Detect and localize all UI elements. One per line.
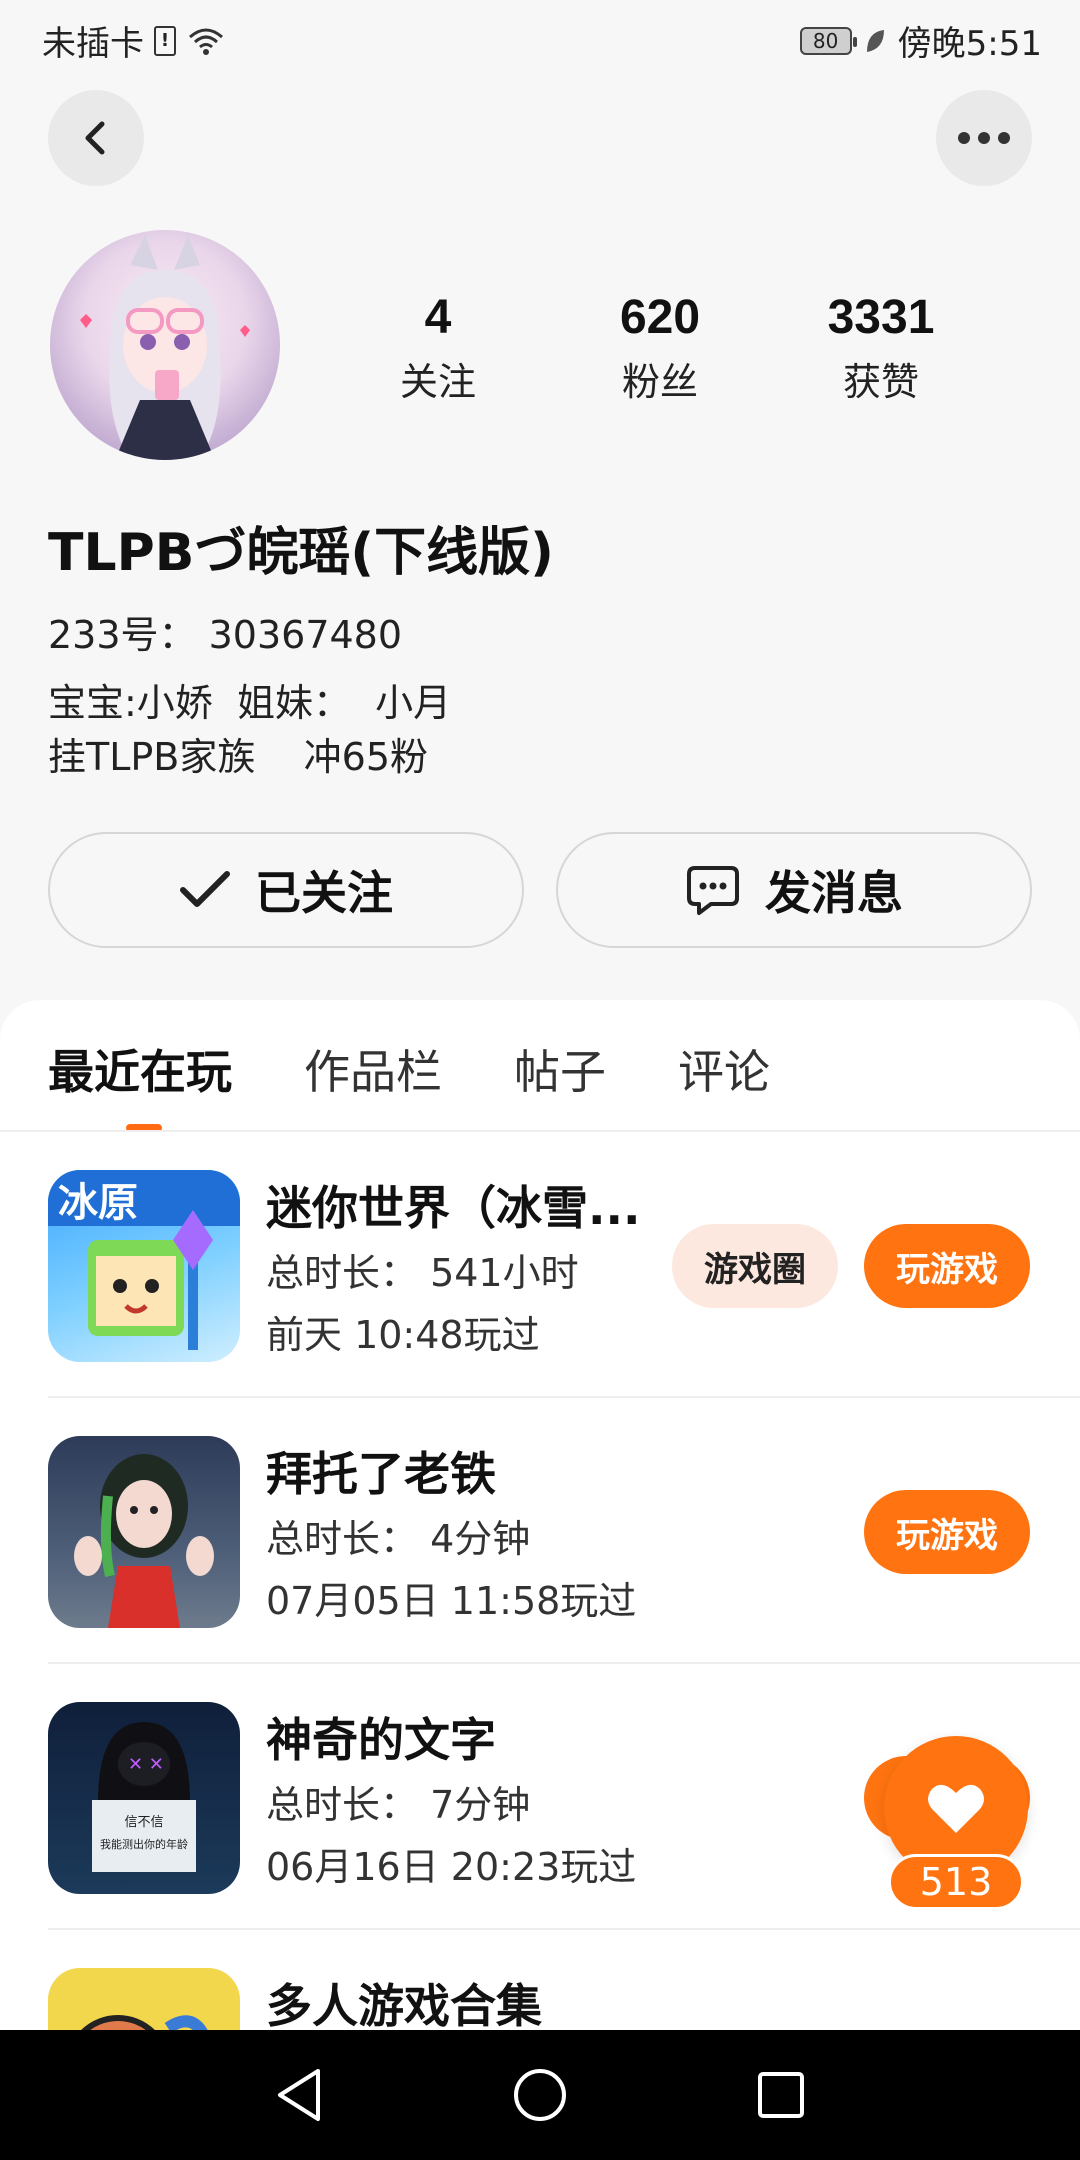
system-nav-bar bbox=[0, 2030, 1080, 2160]
message-button[interactable]: 发消息 bbox=[556, 832, 1032, 948]
tab-recent[interactable]: 最近在玩 bbox=[48, 1036, 232, 1132]
play-game-button[interactable]: 玩游戏 bbox=[864, 1224, 1030, 1308]
game-circle-button[interactable]: 游戏圈 bbox=[672, 1224, 838, 1308]
stat-label: 关注 bbox=[399, 360, 476, 404]
svg-text:✕ ✕: ✕ ✕ bbox=[128, 1754, 164, 1775]
game-icon: 冰原 bbox=[48, 1170, 240, 1362]
stat-likes[interactable]: 3331 获赞 bbox=[781, 290, 981, 406]
carrier-label: 未插卡 bbox=[42, 24, 144, 64]
clock: 傍晚5:51 bbox=[897, 24, 1042, 64]
stat-following[interactable]: 4 关注 bbox=[338, 290, 538, 406]
game-icon: ✕ ✕ 信不信 我能测出你的年龄 bbox=[48, 1702, 240, 1894]
message-label: 发消息 bbox=[765, 866, 903, 920]
game-row[interactable]: 多人游戏合集 bbox=[0, 1930, 1080, 2030]
stat-label: 粉丝 bbox=[621, 360, 698, 404]
check-icon bbox=[180, 871, 230, 907]
game-row[interactable]: 拜托了老铁 总时长： 4分钟 07月05日 11:58玩过 玩游戏 bbox=[0, 1398, 1080, 1664]
wifi-icon bbox=[186, 25, 226, 57]
tab-comments[interactable]: 评论 bbox=[678, 1036, 770, 1102]
game-title: 多人游戏合集 bbox=[266, 1979, 542, 2030]
like-count: 513 bbox=[888, 1854, 1024, 1910]
home-circle-icon[interactable] bbox=[512, 2067, 568, 2123]
profile-name: TLPBづ皖瑶(下线版) bbox=[48, 523, 554, 583]
status-bar-right: 80 傍晚5:51 bbox=[799, 16, 1042, 65]
bio-line: 挂TLPB家族 冲65粉 bbox=[48, 735, 429, 779]
game-last-played: 07月05日 11:58玩过 bbox=[266, 1579, 637, 1623]
battery-level: 80 bbox=[812, 28, 839, 53]
profile-bio: 宝宝:小娇 姐妹： 小月 挂TLPB家族 冲65粉 bbox=[48, 676, 451, 784]
stat-fans[interactable]: 620 粉丝 bbox=[560, 290, 760, 406]
game-title: 拜托了老铁 bbox=[266, 1447, 496, 1501]
recents-square-icon[interactable] bbox=[756, 2070, 806, 2120]
stat-value: 4 bbox=[424, 291, 452, 344]
bio-line: 宝宝:小娇 姐妹： 小月 bbox=[48, 681, 452, 725]
tab-posts[interactable]: 帖子 bbox=[514, 1036, 606, 1102]
game-duration: 总时长： 4分钟 bbox=[266, 1517, 531, 1561]
game-icon-text: 信不信 bbox=[124, 1815, 163, 1830]
back-triangle-icon[interactable] bbox=[274, 2067, 324, 2123]
tab-works[interactable]: 作品栏 bbox=[304, 1036, 442, 1102]
game-icon-badge: 冰原 bbox=[58, 1180, 138, 1226]
game-title: 迷你世界（冰雪... bbox=[266, 1181, 641, 1235]
battery-icon: 80 bbox=[799, 26, 857, 55]
game-icon bbox=[48, 1436, 240, 1628]
tab-bar: 最近在玩 作品栏 帖子 评论 bbox=[48, 1036, 770, 1132]
stat-label: 获赞 bbox=[842, 360, 919, 404]
sim-alert-icon: ! bbox=[154, 25, 176, 56]
play-game-button[interactable]: 玩游戏 bbox=[864, 1490, 1030, 1574]
more-dots-icon bbox=[958, 132, 1010, 144]
stat-value: 3331 bbox=[827, 291, 935, 344]
profile-id: 233号： 30367480 bbox=[48, 613, 403, 657]
avatar[interactable] bbox=[50, 230, 280, 460]
chevron-left-icon bbox=[85, 121, 105, 155]
game-last-played: 06月16日 20:23玩过 bbox=[266, 1845, 637, 1889]
follow-button[interactable]: 已关注 bbox=[48, 832, 524, 948]
stat-value: 620 bbox=[619, 291, 701, 344]
game-duration: 总时长： 7分钟 bbox=[266, 1783, 531, 1827]
leaf-icon bbox=[864, 27, 886, 55]
more-button[interactable] bbox=[936, 90, 1032, 186]
game-duration: 总时长： 541小时 bbox=[266, 1251, 579, 1295]
game-last-played: 前天 10:48玩过 bbox=[266, 1313, 540, 1357]
avatar-illustration bbox=[80, 235, 250, 460]
follow-label: 已关注 bbox=[255, 866, 393, 920]
game-row[interactable]: 冰原 迷你世界（冰雪... 总时长： 541小时 前天 10:48玩过 游戏圈 … bbox=[0, 1132, 1080, 1398]
game-icon-text: 我能测出你的年龄 bbox=[100, 1837, 188, 1851]
game-title: 神奇的文字 bbox=[266, 1713, 496, 1767]
status-bar-left: 未插卡 ! bbox=[42, 16, 226, 65]
heart-icon bbox=[928, 1784, 984, 1833]
back-button[interactable] bbox=[48, 90, 144, 186]
chat-bubble-icon bbox=[687, 866, 739, 915]
game-icon bbox=[48, 1968, 240, 2030]
